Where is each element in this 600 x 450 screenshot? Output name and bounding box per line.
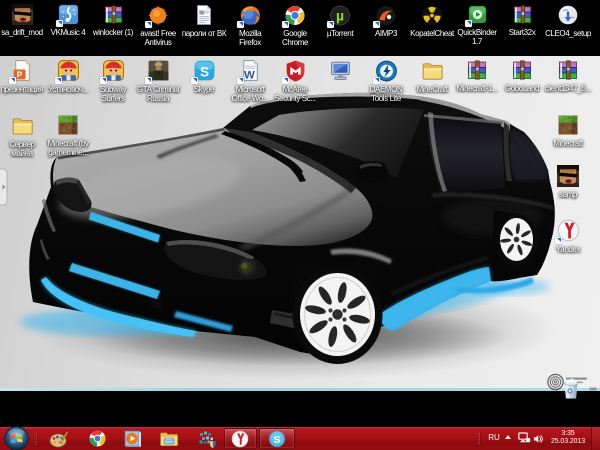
- svg-text:µ: µ: [336, 8, 344, 24]
- svg-text:S: S: [274, 435, 281, 446]
- svg-text:S: S: [199, 64, 208, 79]
- svg-text:P: P: [16, 69, 22, 79]
- svg-text:W: W: [244, 69, 255, 81]
